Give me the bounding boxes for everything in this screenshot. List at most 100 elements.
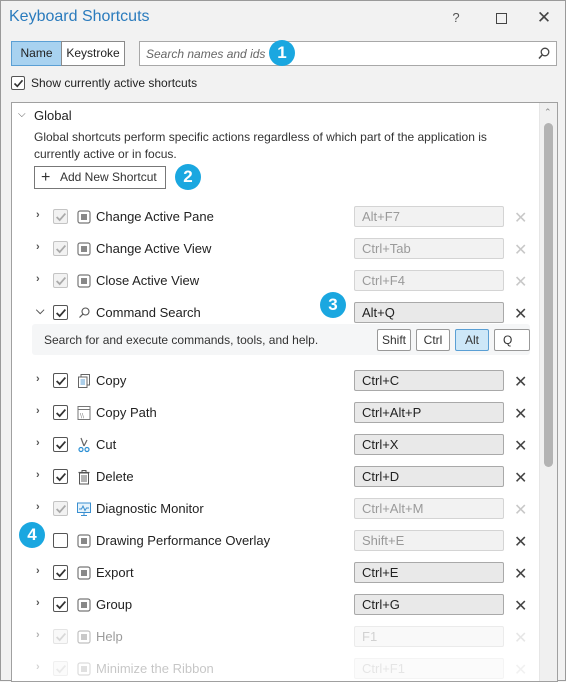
check-icon [56,632,67,642]
chevron-right-icon[interactable]: › [36,661,40,673]
chevron-right-icon[interactable]: › [36,469,40,481]
shortcut-keys-field[interactable]: Alt+F7 [354,206,504,227]
remove-shortcut-icon[interactable]: ✕ [514,564,527,584]
scrollbar-thumb[interactable] [544,123,553,467]
chevron-right-icon[interactable]: › [36,241,40,253]
search-input[interactable] [146,45,526,63]
chevron-right-icon[interactable]: › [36,565,40,577]
checkbox[interactable] [11,76,25,90]
command-name: Delete [96,469,134,484]
shortcut-keys-field[interactable]: Ctrl+F1 [354,658,504,679]
chevron-right-icon[interactable]: › [36,501,40,513]
shortcut-row[interactable]: › Change Active Pane Alt+F7 ✕ [12,203,540,231]
remove-shortcut-icon[interactable]: ✕ [514,660,527,680]
scroll-up-arrow-icon[interactable]: ⌃ [544,107,552,118]
remove-shortcut-icon[interactable]: ✕ [514,372,527,392]
enable-shortcut-checkbox[interactable] [53,373,68,388]
search-mode-name-toggle[interactable]: Name [11,41,62,66]
maximize-button[interactable] [489,7,513,29]
help-button[interactable]: ? [444,7,468,29]
enable-shortcut-checkbox[interactable] [53,661,68,676]
check-icon [56,472,67,482]
enable-shortcut-checkbox[interactable] [53,437,68,452]
remove-shortcut-icon[interactable]: ✕ [514,240,527,260]
search-box[interactable] [139,41,557,66]
shortcut-keys-field[interactable]: Ctrl+E [354,562,504,583]
remove-shortcut-icon[interactable]: ✕ [514,208,527,228]
shortcut-keys-field[interactable]: Alt+Q [354,302,504,323]
shortcut-row[interactable]: › Copy Ctrl+C ✕ [12,367,540,395]
enable-shortcut-checkbox[interactable] [53,533,68,548]
shortcut-keys-field[interactable]: Shift+E [354,530,504,551]
shortcut-row[interactable]: › Close Active View Ctrl+F4 ✕ [12,267,540,295]
enable-shortcut-checkbox[interactable] [53,273,68,288]
enable-shortcut-checkbox[interactable] [53,305,68,320]
modifier-shift-toggle[interactable]: Shift [377,329,411,351]
shortcut-keys-field[interactable]: Ctrl+X [354,434,504,455]
vertical-scrollbar[interactable]: ⌃ [539,103,557,681]
shortcut-keys-field[interactable]: Ctrl+G [354,594,504,615]
command-square-icon [76,273,92,289]
chevron-down-icon[interactable]: ⌵ [18,109,26,120]
chevron-right-icon[interactable]: › [36,405,40,417]
shortcut-keys-field[interactable]: Ctrl+Alt+M [354,498,504,519]
shortcut-row[interactable]: › Delete Ctrl+D ✕ [12,463,540,491]
enable-shortcut-checkbox[interactable] [53,629,68,644]
remove-shortcut-icon[interactable]: ✕ [514,628,527,648]
enable-shortcut-checkbox[interactable] [53,241,68,256]
shortcut-keys-field[interactable]: Ctrl+F4 [354,270,504,291]
copy-icon [76,373,92,389]
remove-shortcut-icon[interactable]: ✕ [514,532,527,552]
shortcut-keys-field[interactable]: Ctrl+Tab [354,238,504,259]
command-search-detail: Search for and execute commands, tools, … [32,324,530,355]
chevron-right-icon[interactable]: › [36,273,40,285]
modifier-ctrl-toggle[interactable]: Ctrl [416,329,450,351]
chevron-right-icon[interactable]: › [36,629,40,641]
shortcut-keys-field[interactable]: Ctrl+D [354,466,504,487]
enable-shortcut-checkbox[interactable] [53,501,68,516]
remove-shortcut-icon[interactable]: ✕ [514,304,527,324]
enable-shortcut-checkbox[interactable] [53,565,68,580]
shortcut-row[interactable]: › Group Ctrl+G ✕ [12,591,540,619]
search-icon[interactable] [538,47,550,60]
shortcut-row[interactable]: › Cut Ctrl+X ✕ [12,431,540,459]
chevron-right-icon[interactable]: › [36,437,40,449]
chevron-right-icon[interactable]: › [36,209,40,221]
dialog-title: Keyboard Shortcuts [9,8,150,25]
remove-shortcut-icon[interactable]: ✕ [514,596,527,616]
chevron-down-icon[interactable]: ⌵ [36,305,44,318]
remove-shortcut-icon[interactable]: ✕ [514,468,527,488]
shortcut-row[interactable]: ⌵ Command Search Alt+Q ✕ [12,299,540,327]
shortcut-row[interactable]: › Change Active View Ctrl+Tab ✕ [12,235,540,263]
show-active-label: Show currently active shortcuts [31,76,198,90]
shortcut-row[interactable]: › Diagnostic Monitor Ctrl+Alt+M ✕ [12,495,540,523]
enable-shortcut-checkbox[interactable] [53,469,68,484]
enable-shortcut-checkbox[interactable] [53,405,68,420]
shortcut-keys-field[interactable]: F1 [354,626,504,647]
add-new-shortcut-button[interactable]: + Add New Shortcut [34,166,166,189]
shortcut-keys-field[interactable]: Ctrl+Alt+P [354,402,504,423]
chevron-right-icon[interactable]: › [36,373,40,385]
key-input[interactable]: Q [494,329,530,351]
enable-shortcut-checkbox[interactable] [53,597,68,612]
search-mode-keystroke-toggle[interactable]: Keystroke [61,41,125,66]
enable-shortcut-checkbox[interactable] [53,209,68,224]
modifier-alt-toggle[interactable]: Alt [455,329,489,351]
shortcut-row[interactable]: › Minimize the Ribbon Ctrl+F1 ✕ [12,655,540,681]
shortcut-row[interactable]: › Export Ctrl+E ✕ [12,559,540,587]
command-square-icon [76,597,92,613]
shortcut-keys-field[interactable]: Ctrl+C [354,370,504,391]
shortcut-row[interactable]: › Help F1 ✕ [12,623,540,651]
remove-shortcut-icon[interactable]: ✕ [514,404,527,424]
remove-shortcut-icon[interactable]: ✕ [514,272,527,292]
chevron-right-icon[interactable]: › [36,597,40,609]
check-icon [56,212,67,222]
close-button[interactable]: ✕ [532,7,556,29]
shortcut-row[interactable]: Drawing Performance Overlay Shift+E ✕ [12,527,540,555]
shortcut-row[interactable]: › \\ Copy Path Ctrl+Alt+P ✕ [12,399,540,427]
title-bar: Keyboard Shortcuts ? ✕ [1,1,565,35]
remove-shortcut-icon[interactable]: ✕ [514,436,527,456]
remove-shortcut-icon[interactable]: ✕ [514,500,527,520]
command-square-icon [76,565,92,581]
command-name: Export [96,565,134,580]
